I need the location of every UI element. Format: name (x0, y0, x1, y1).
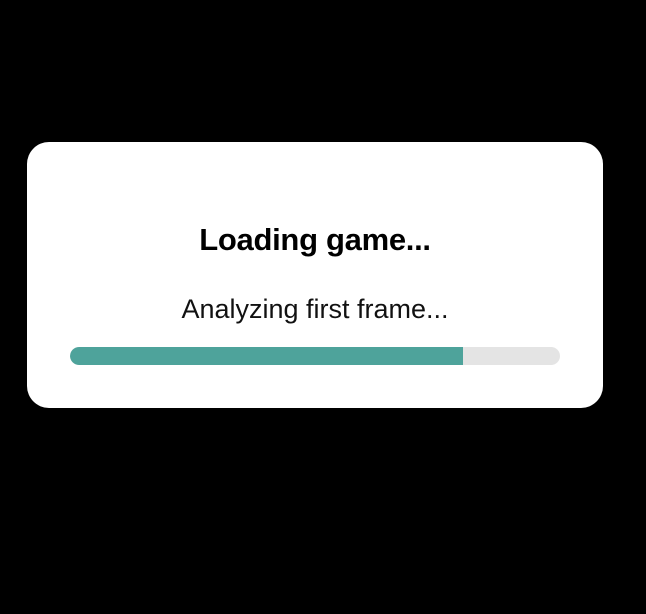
backdrop-overlay: Loading game... Analyzing first frame... (0, 0, 646, 614)
progress-bar (70, 347, 560, 365)
loading-dialog: Loading game... Analyzing first frame... (27, 142, 603, 408)
loading-title: Loading game... (199, 222, 431, 257)
progress-bar-fill (70, 347, 463, 365)
loading-status-text: Analyzing first frame... (181, 294, 449, 324)
